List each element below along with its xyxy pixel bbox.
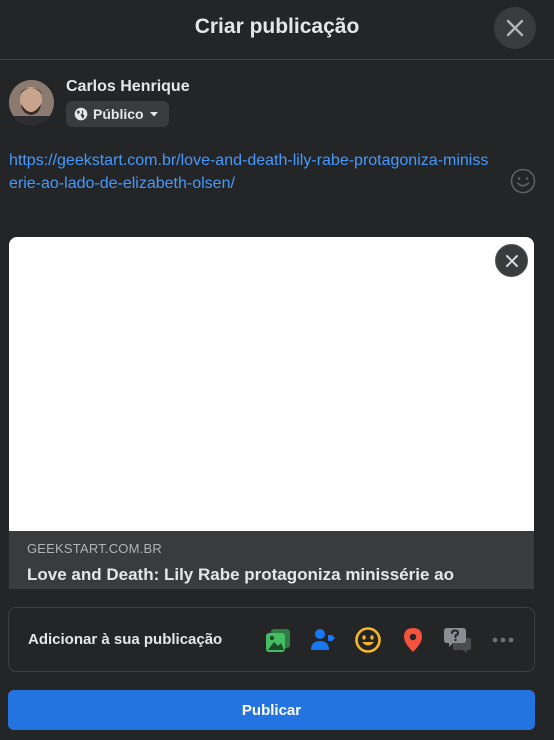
dialog-header: Criar publicação — [0, 0, 554, 60]
user-name[interactable]: Carlos Henrique — [66, 78, 190, 96]
close-dialog-button[interactable] — [494, 7, 536, 49]
preview-domain: GEEKSTART.COM.BR — [27, 541, 162, 556]
add-to-post-bar: Adicionar à sua publicação — [8, 607, 535, 672]
check-in-icon — [404, 628, 422, 652]
photo-video-button[interactable] — [262, 624, 294, 656]
audience-label: Público — [93, 106, 144, 122]
tag-people-button[interactable] — [307, 624, 339, 656]
audience-selector[interactable]: Público — [66, 101, 169, 127]
smiley-icon — [510, 168, 536, 194]
photo-video-icon — [266, 629, 290, 652]
tag-people-icon — [311, 629, 335, 650]
post-text-link[interactable]: https://geekstart.com.br/love-and-death-… — [9, 149, 494, 195]
preview-title: Love and Death: Lily Rabe protagoniza mi… — [27, 565, 454, 584]
caret-down-icon — [149, 112, 158, 117]
emoji-button[interactable] — [509, 167, 537, 195]
add-to-post-label: Adicionar à sua publicação — [28, 631, 223, 648]
more-options-button[interactable] — [487, 624, 519, 656]
close-icon — [506, 19, 524, 37]
link-preview-card[interactable]: GEEKSTART.COM.BR Love and Death: Lily Ra… — [9, 237, 534, 589]
remove-preview-button[interactable] — [495, 244, 528, 277]
dialog-title: Criar publicação — [194, 15, 360, 38]
check-in-button[interactable] — [397, 624, 429, 656]
feeling-icon — [355, 627, 381, 653]
publish-button[interactable]: Publicar — [8, 690, 535, 730]
qa-icon — [444, 628, 471, 653]
globe-icon — [74, 107, 88, 121]
more-icon — [492, 637, 514, 643]
qa-button[interactable] — [442, 624, 474, 656]
close-icon — [505, 254, 518, 267]
avatar[interactable] — [9, 80, 54, 125]
preview-image — [9, 237, 534, 531]
feeling-button[interactable] — [352, 624, 384, 656]
